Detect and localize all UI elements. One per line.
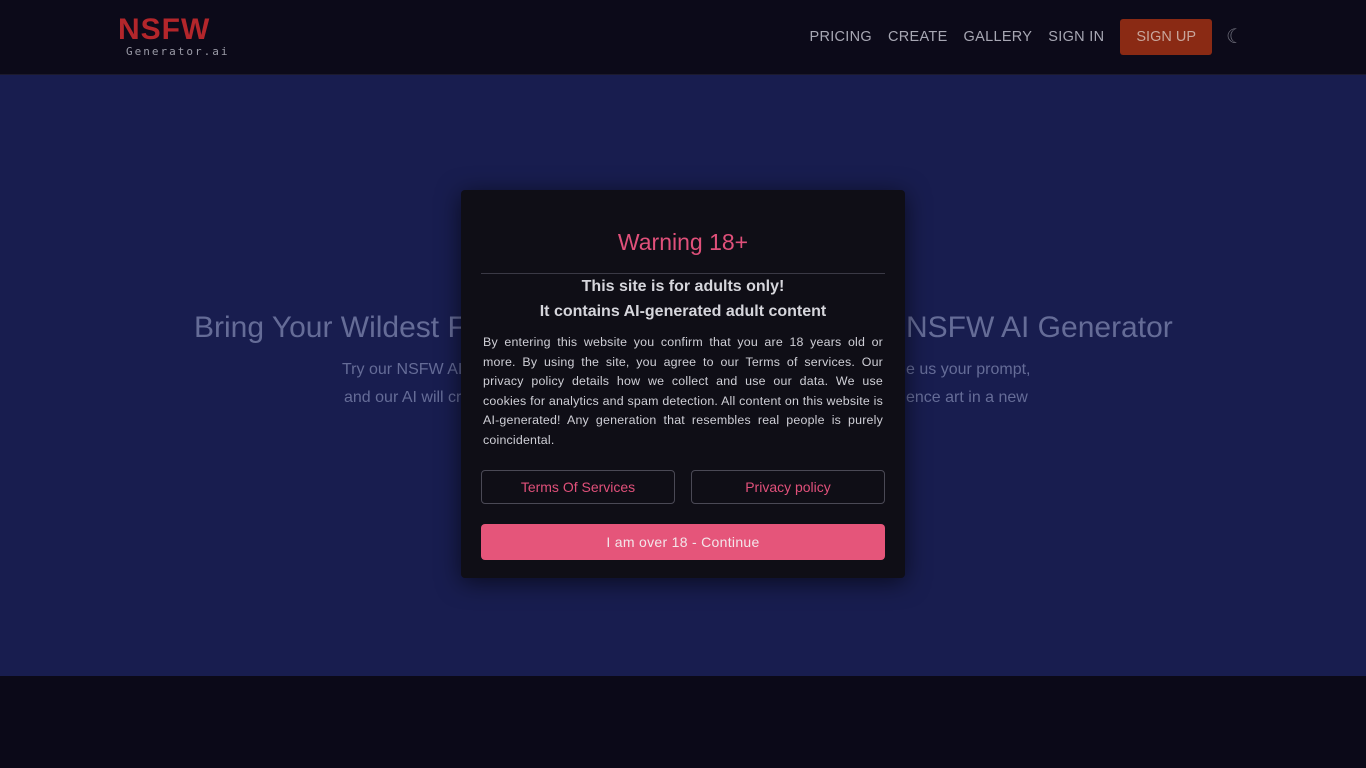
continue-button[interactable]: I am over 18 - Continue (481, 524, 885, 560)
modal-title: Warning 18+ (617, 229, 749, 255)
modal-overlay: Warning 18+ This site is for adults only… (0, 0, 1366, 768)
modal-body: By entering this website you confirm tha… (483, 335, 883, 447)
modal-subtitle-2: It contains AI-generated adult content (539, 303, 827, 320)
age-warning-modal: Warning 18+ This site is for adults only… (461, 190, 905, 578)
privacy-button[interactable]: Privacy policy (691, 470, 885, 504)
divider (481, 273, 885, 274)
modal-subtitle-1: This site is for adults only! (581, 278, 785, 295)
terms-button[interactable]: Terms Of Services (481, 470, 675, 504)
